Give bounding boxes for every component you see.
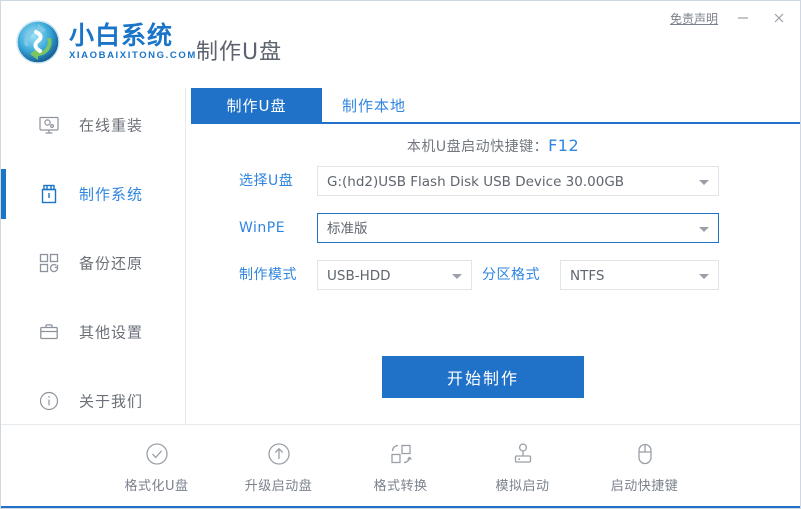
- tool-format-convert[interactable]: 格式转换: [362, 439, 440, 494]
- sidebar: 在线重装 制作系统 备份还原 其他设置 关于我们: [1, 88, 186, 424]
- tool-boot-hotkey[interactable]: 启动快捷键: [606, 439, 684, 494]
- winpe-select-value: 标准版: [327, 221, 368, 237]
- tool-simulate-boot[interactable]: 模拟启动: [484, 439, 562, 494]
- sidebar-item-make-system[interactable]: 制作系统: [1, 169, 185, 219]
- monitor-icon: [37, 113, 61, 137]
- winpe-select-row: WinPE 标准版: [186, 213, 800, 243]
- toolbox-icon: [37, 320, 61, 344]
- tab-underline-left: [191, 122, 322, 124]
- winpe-select-dropdown[interactable]: 标准版: [317, 213, 719, 243]
- mouse-icon: [630, 439, 660, 469]
- partition-select-label: 分区格式: [482, 267, 540, 283]
- joystick-icon: [508, 439, 538, 469]
- sidebar-item-online-reinstall[interactable]: 在线重装: [1, 100, 185, 150]
- sidebar-item-label: 其他设置: [79, 323, 144, 342]
- sidebar-item-backup-restore[interactable]: 备份还原: [1, 238, 185, 288]
- bottom-accent-bar: [1, 506, 800, 508]
- usb-select-row: 选择U盘 G:(hd2)USB Flash Disk USB Device 30…: [186, 166, 800, 196]
- mode-select-value: USB-HDD: [327, 268, 391, 284]
- minimize-button[interactable]: [732, 7, 754, 29]
- app-window: 小白系统 XIAOBAIXITONG.COM 制作U盘 免责声明 在线重装 制作…: [0, 0, 801, 509]
- tab-make-local[interactable]: 制作本地: [326, 88, 422, 122]
- sidebar-item-other-settings[interactable]: 其他设置: [1, 307, 185, 357]
- mode-partition-row: 制作模式 USB-HDD 分区格式 NTFS: [186, 260, 800, 290]
- boot-hotkey-text: 本机U盘启动快捷键：F12: [186, 136, 800, 156]
- usb-drive-icon: [37, 182, 61, 206]
- backup-squares-icon: [37, 251, 61, 275]
- mode-select-dropdown[interactable]: USB-HDD: [317, 260, 472, 290]
- disclaimer-link[interactable]: 免责声明: [670, 10, 718, 27]
- window-controls: 免责声明: [670, 7, 790, 29]
- start-make-button[interactable]: 开始制作: [382, 356, 584, 398]
- active-indicator: [1, 307, 6, 357]
- check-circle-icon: [142, 439, 172, 469]
- usb-select-value: G:(hd2)USB Flash Disk USB Device 30.00GB: [327, 174, 625, 190]
- chevron-down-icon: [699, 180, 709, 185]
- page-title: 制作U盘: [196, 40, 283, 65]
- mode-select-label: 制作模式: [239, 267, 297, 283]
- sidebar-item-label: 备份还原: [79, 254, 144, 273]
- tab-underline: [322, 122, 800, 124]
- boot-hotkey-value: F12: [548, 136, 580, 155]
- tool-label: 模拟启动: [495, 479, 550, 494]
- tab-make-usb[interactable]: 制作U盘: [191, 88, 322, 122]
- recycle-logo-icon: [15, 19, 61, 65]
- partition-select-value: NTFS: [570, 268, 605, 284]
- chevron-down-icon: [452, 274, 462, 279]
- tool-label: 升级启动盘: [244, 479, 313, 494]
- info-circle-icon: [37, 389, 61, 413]
- tool-label: 启动快捷键: [610, 479, 679, 494]
- sidebar-item-label: 关于我们: [79, 392, 144, 411]
- close-button[interactable]: [768, 7, 790, 29]
- chevron-down-icon: [699, 274, 709, 279]
- tool-upgrade-boot-disk[interactable]: 升级启动盘: [240, 439, 318, 494]
- sidebar-item-label: 在线重装: [79, 116, 144, 135]
- convert-shapes-icon: [386, 439, 416, 469]
- partition-select-dropdown[interactable]: NTFS: [560, 260, 719, 290]
- brand-name-cn: 小白系统: [69, 20, 174, 50]
- brand-logo: 小白系统 XIAOBAIXITONG.COM: [15, 19, 197, 65]
- chevron-down-icon: [699, 227, 709, 232]
- bottom-toolbar: 格式化U盘 升级启动盘 格式转换 模拟启动 启动快捷键: [1, 425, 800, 508]
- tab-bar: 制作U盘 制作本地: [186, 88, 800, 124]
- usb-select-label: 选择U盘: [239, 173, 294, 189]
- winpe-select-label: WinPE: [239, 220, 286, 236]
- active-indicator: [1, 376, 6, 426]
- tool-label: 格式转换: [373, 479, 428, 494]
- main-panel: 制作U盘 制作本地 本机U盘启动快捷键：F12 选择U盘 G:(hd2)USB …: [186, 88, 800, 424]
- active-indicator: [1, 169, 6, 219]
- title-bar: 小白系统 XIAOBAIXITONG.COM 制作U盘 免责声明: [1, 1, 800, 88]
- brand-name-en: XIAOBAIXITONG.COM: [69, 49, 197, 61]
- arrow-up-circle-icon: [264, 439, 294, 469]
- tool-label: 格式化U盘: [124, 479, 189, 494]
- sidebar-item-about-us[interactable]: 关于我们: [1, 376, 185, 426]
- active-indicator: [1, 238, 6, 288]
- tool-format-usb[interactable]: 格式化U盘: [118, 439, 196, 494]
- usb-select-dropdown[interactable]: G:(hd2)USB Flash Disk USB Device 30.00GB: [317, 166, 719, 196]
- sidebar-item-label: 制作系统: [79, 185, 144, 204]
- boot-hotkey-label: 本机U盘启动快捷键：: [406, 139, 549, 155]
- active-indicator: [1, 100, 6, 150]
